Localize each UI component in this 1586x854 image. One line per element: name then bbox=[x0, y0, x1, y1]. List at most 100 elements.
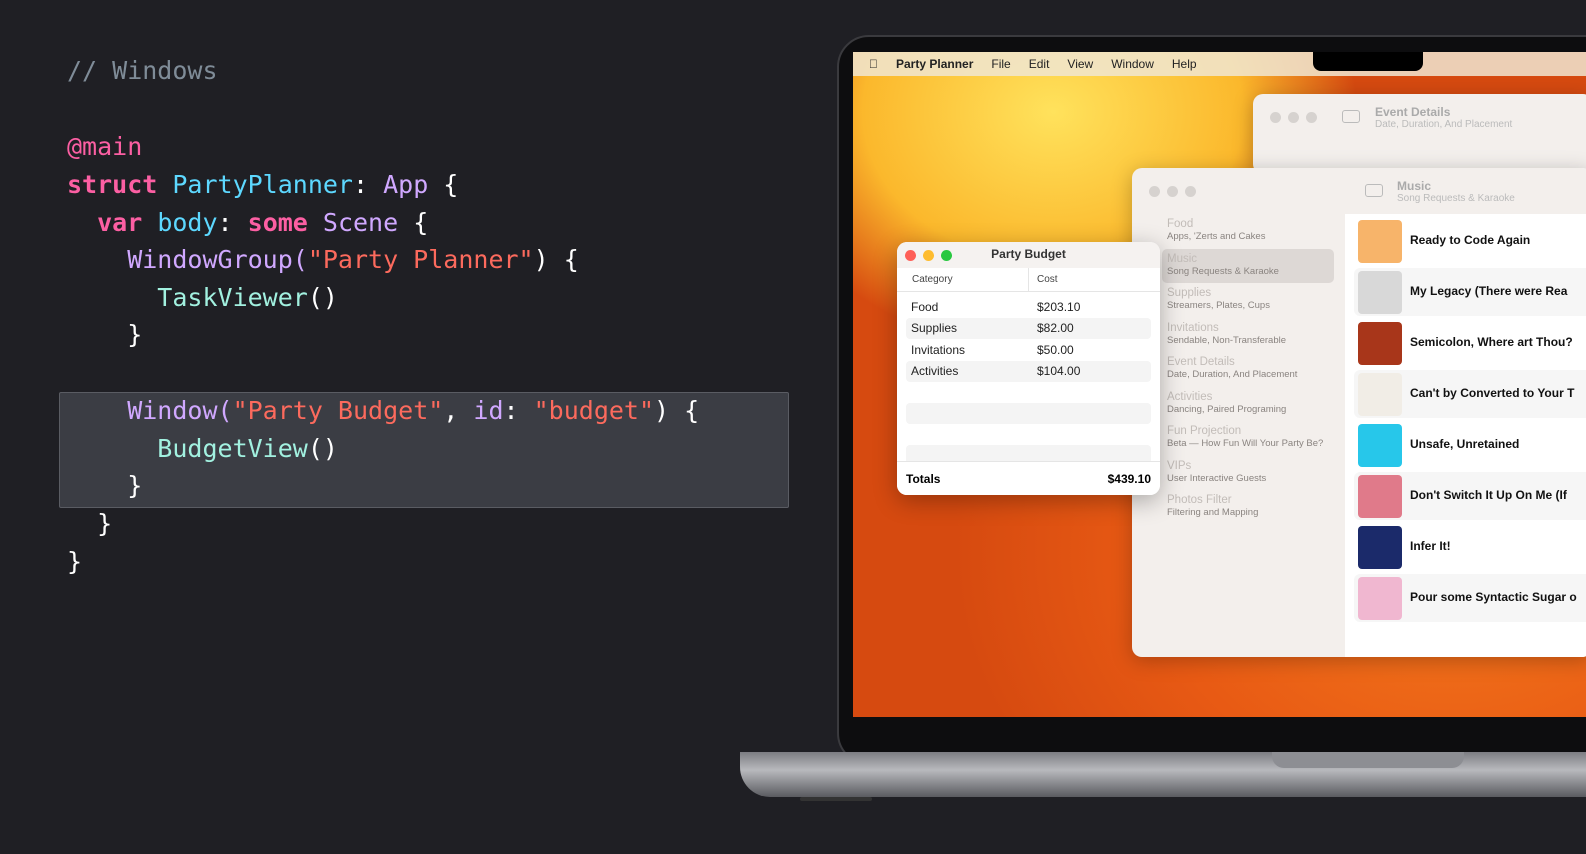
song-list-item[interactable]: My Legacy (There were Rea bbox=[1354, 268, 1586, 316]
category-cell: Invitations bbox=[911, 342, 966, 357]
table-row[interactable]: Supplies $82.00 bbox=[906, 318, 1151, 340]
zoom-button[interactable] bbox=[941, 250, 952, 261]
sidebar-toggle-icon[interactable] bbox=[1365, 184, 1383, 197]
sidebar-item[interactable]: VIPs User Interactive Guests bbox=[1167, 460, 1335, 484]
minimize-button[interactable] bbox=[923, 250, 934, 261]
table-header: Category Cost bbox=[897, 268, 1160, 292]
menu-edit[interactable]: Edit bbox=[1029, 57, 1050, 71]
sidebar-item-subtitle: Filtering and Mapping bbox=[1167, 507, 1259, 518]
sidebar-item-title: VIPs bbox=[1167, 459, 1192, 472]
song-title: My Legacy (There were Rea bbox=[1410, 284, 1568, 298]
code-token: BudgetView bbox=[67, 434, 308, 463]
zoom-button[interactable] bbox=[1306, 112, 1317, 123]
minimize-button[interactable] bbox=[1288, 112, 1299, 123]
sidebar-item-title: Food bbox=[1167, 218, 1194, 230]
code-token: App bbox=[383, 170, 429, 199]
code-token: : bbox=[503, 396, 534, 425]
song-list-item[interactable]: Unsafe, Unretained bbox=[1354, 421, 1586, 469]
song-title: Can't by Converted to Your T bbox=[1410, 386, 1575, 400]
code-token: TaskViewer bbox=[67, 283, 308, 312]
table-row[interactable]: Activities $104.00 bbox=[906, 360, 1151, 382]
song-list-item[interactable]: Semicolon, Where art Thou? bbox=[1354, 319, 1586, 367]
album-art-image bbox=[1358, 373, 1402, 416]
sidebar-item-title: Photos Filter bbox=[1167, 494, 1232, 506]
code-token: some bbox=[247, 208, 323, 237]
song-list-item[interactable]: Can't by Converted to Your T bbox=[1354, 370, 1586, 418]
sidebar-item-subtitle: Streamers, Plates, Cups bbox=[1167, 300, 1270, 311]
code-token: } bbox=[67, 547, 83, 576]
code-line: struct PartyPlanner: App { bbox=[67, 166, 458, 204]
menu-app-name[interactable]: Party Planner bbox=[896, 57, 973, 71]
song-list-item[interactable]: Pour some Syntactic Sugar o bbox=[1354, 574, 1586, 622]
code-token: , bbox=[443, 396, 474, 425]
event-details-window: Event Details Date, Duration, And Placem… bbox=[1253, 94, 1586, 174]
category-cell: Supplies bbox=[911, 321, 958, 336]
code-line: } bbox=[67, 316, 142, 354]
sidebar-item[interactable]: Photos Filter Filtering and Mapping bbox=[1167, 494, 1335, 518]
song-title: Don't Switch It Up On Me (If bbox=[1410, 488, 1567, 502]
code-token: id bbox=[473, 396, 504, 425]
sidebar-item[interactable]: Food Apps, 'Zerts and Cakes bbox=[1167, 218, 1335, 242]
party-budget-window: Party Budget Category Cost Food $203.10 Su… bbox=[897, 242, 1160, 495]
table-row[interactable]: Food $203.10 bbox=[906, 297, 1151, 318]
sidebar-item-title: Music bbox=[1167, 252, 1198, 265]
minimize-button[interactable] bbox=[1167, 186, 1178, 197]
code-token: : bbox=[217, 208, 248, 237]
menu-view[interactable]: View bbox=[1067, 57, 1093, 71]
code-token: Scene bbox=[322, 208, 399, 237]
menu-window[interactable]: Window bbox=[1111, 57, 1154, 71]
sidebar-item[interactable]: Supplies Streamers, Plates, Cups bbox=[1167, 287, 1335, 311]
code-token: struct bbox=[67, 170, 173, 199]
sidebar-item[interactable]: Invitations Sendable, Non-Transferable bbox=[1167, 322, 1335, 346]
column-header-cost[interactable]: Cost bbox=[1037, 274, 1058, 285]
sidebar-item[interactable]: Event Details Date, Duration, And Placeme… bbox=[1167, 356, 1335, 380]
menu-help[interactable]: Help bbox=[1172, 57, 1197, 71]
sidebar-item-subtitle: Beta — How Fun Will Your Party Be? bbox=[1167, 438, 1324, 449]
detail-toolbar: Music Song Requests & Karaoke bbox=[1345, 168, 1586, 214]
code-line: @main bbox=[67, 128, 142, 166]
sidebar-item-title: Activities bbox=[1167, 390, 1213, 403]
song-list-item[interactable]: Don't Switch It Up On Me (If bbox=[1354, 472, 1586, 520]
album-art-image bbox=[1358, 220, 1402, 263]
laptop-lid-notch bbox=[1272, 752, 1464, 768]
song-title: Infer It! bbox=[1410, 539, 1451, 553]
code-token: PartyPlanner bbox=[172, 170, 353, 199]
close-button[interactable] bbox=[905, 250, 916, 261]
totals-label: Totals bbox=[906, 472, 941, 486]
window-subtitle: Date, Duration, And Placement bbox=[1375, 119, 1513, 130]
close-button[interactable] bbox=[1149, 186, 1160, 197]
album-art-image bbox=[1358, 475, 1402, 518]
sidebar-toggle-icon[interactable] bbox=[1342, 110, 1360, 123]
sidebar-item-subtitle: Dancing, Paired Programing bbox=[1167, 403, 1287, 415]
code-token: : bbox=[352, 170, 384, 199]
sidebar-item[interactable]: Music Song Requests & Karaoke bbox=[1167, 253, 1335, 277]
code-token: } bbox=[67, 320, 143, 349]
code-token: "Party Planner" bbox=[307, 245, 534, 274]
sidebar-item[interactable]: Activities Dancing, Paired Programing bbox=[1167, 391, 1335, 415]
apple-icon[interactable]:  bbox=[869, 57, 878, 71]
code-token: } bbox=[67, 471, 143, 500]
code-line: Window("Party Budget", id: "budget") { bbox=[67, 392, 699, 430]
empty-row bbox=[906, 403, 1151, 424]
code-token: } bbox=[67, 509, 113, 538]
detail-subtitle: Song Requests & Karaoke bbox=[1397, 193, 1515, 204]
sidebar-item-subtitle: Song Requests & Karaoke bbox=[1167, 265, 1279, 277]
code-token: @main bbox=[67, 132, 143, 161]
code-token: "budget" bbox=[533, 396, 655, 425]
column-header-category[interactable]: Category bbox=[912, 274, 953, 285]
song-list-item[interactable]: Ready to Code Again bbox=[1354, 217, 1586, 265]
menu-file[interactable]: File bbox=[991, 57, 1010, 71]
table-row[interactable]: Invitations $50.00 bbox=[906, 340, 1151, 361]
sidebar-item-title: Supplies bbox=[1167, 287, 1212, 299]
close-button[interactable] bbox=[1270, 112, 1281, 123]
song-title: Unsafe, Unretained bbox=[1410, 437, 1520, 451]
song-list-item[interactable]: Infer It! bbox=[1354, 523, 1586, 571]
code-token: { bbox=[428, 170, 459, 199]
code-line: // Windows bbox=[67, 52, 218, 90]
menu-bar:  Party Planner File Edit View Window He… bbox=[853, 52, 1586, 76]
window-title: Event Details bbox=[1375, 105, 1451, 119]
sidebar-item[interactable]: Fun Projection Beta — How Fun Will Your P… bbox=[1167, 425, 1335, 449]
detail-title: Music bbox=[1397, 179, 1432, 193]
code-line: BudgetView() bbox=[67, 430, 338, 468]
zoom-button[interactable] bbox=[1185, 186, 1196, 197]
